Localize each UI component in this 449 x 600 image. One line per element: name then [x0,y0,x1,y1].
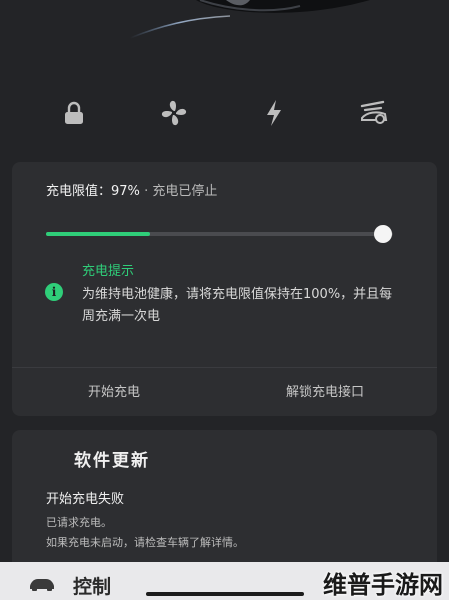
lock-button[interactable] [54,93,94,133]
charge-button[interactable] [254,93,294,133]
fan-button[interactable] [154,93,194,133]
lock-icon [65,101,83,124]
controls-label: 控制 [73,576,112,598]
charge-failed-title: 开始充电失败 [46,492,125,507]
charge-status: 充电限值：97% · 充电已停止 [46,180,217,199]
car-image [129,0,370,39]
charge-requested-text: 已请求充电。 [46,516,112,529]
charge-state-text: 充电已停止 [152,184,218,199]
car-icon [30,579,54,591]
charge-limit-slider-thumb[interactable] [374,225,392,243]
bottom-nav-bar[interactable]: 控制 维普手游网 [0,562,449,600]
charge-card: 充电限值：97% · 充电已停止 充电提示 i 为维持电池健康，请将充电限值保持… [12,162,437,416]
card-divider [12,367,437,368]
info-icon: i [45,283,63,301]
charge-tip-body: 为维持电池健康，请将充电限值保持在100%，并且每周充满一次电 [82,287,393,324]
trunk-button[interactable] [354,93,394,133]
software-update-card: 软件更新 开始充电失败 已请求充电。 如果充电未启动，请检查车辆了解详情。 [12,430,437,570]
charge-limit-label: 充电限值： [46,184,112,199]
check-vehicle-text: 如果充电未启动，请检查车辆了解详情。 [46,536,244,549]
charge-limit-value: 97% [111,184,140,199]
lightning-icon [267,100,281,126]
start-charging-button[interactable]: 开始充电 [88,381,140,400]
unlock-charge-port-button[interactable]: 解锁充电接口 [286,381,364,400]
status-separator: · [144,184,149,199]
watermark-text: 维普手游网 [323,571,443,599]
quick-controls [0,93,449,133]
home-indicator[interactable] [146,592,304,596]
fan-icon [161,100,187,126]
app-screen: 充电限值：97% · 充电已停止 充电提示 i 为维持电池健康，请将充电限值保持… [0,0,449,600]
trunk-icon [360,100,388,124]
charge-tip-title: 充电提示 [82,264,135,279]
battery-level-fill [46,232,150,236]
charge-limit-slider[interactable] [46,232,393,236]
software-update-title: 软件更新 [74,451,150,471]
